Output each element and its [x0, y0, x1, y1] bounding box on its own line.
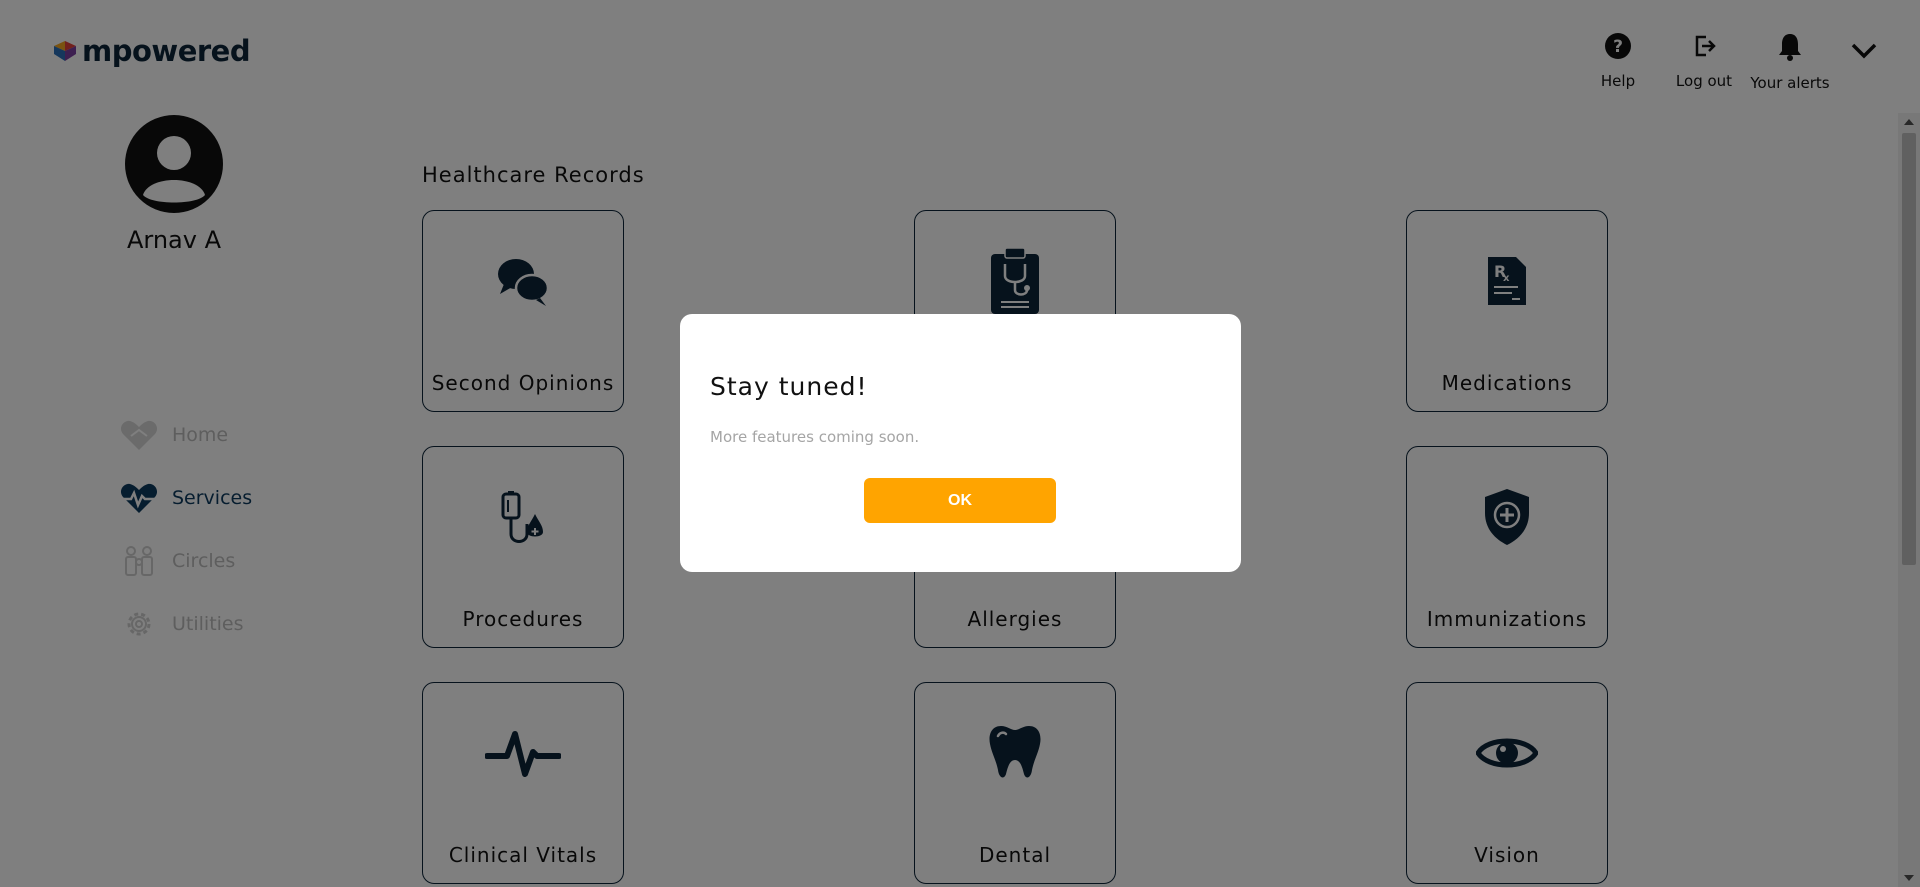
stay-tuned-dialog: Stay tuned! More features coming soon. O…	[680, 314, 1241, 572]
dialog-title: Stay tuned!	[710, 372, 868, 401]
ok-button[interactable]: OK	[864, 478, 1056, 523]
dialog-message: More features coming soon.	[710, 428, 920, 446]
